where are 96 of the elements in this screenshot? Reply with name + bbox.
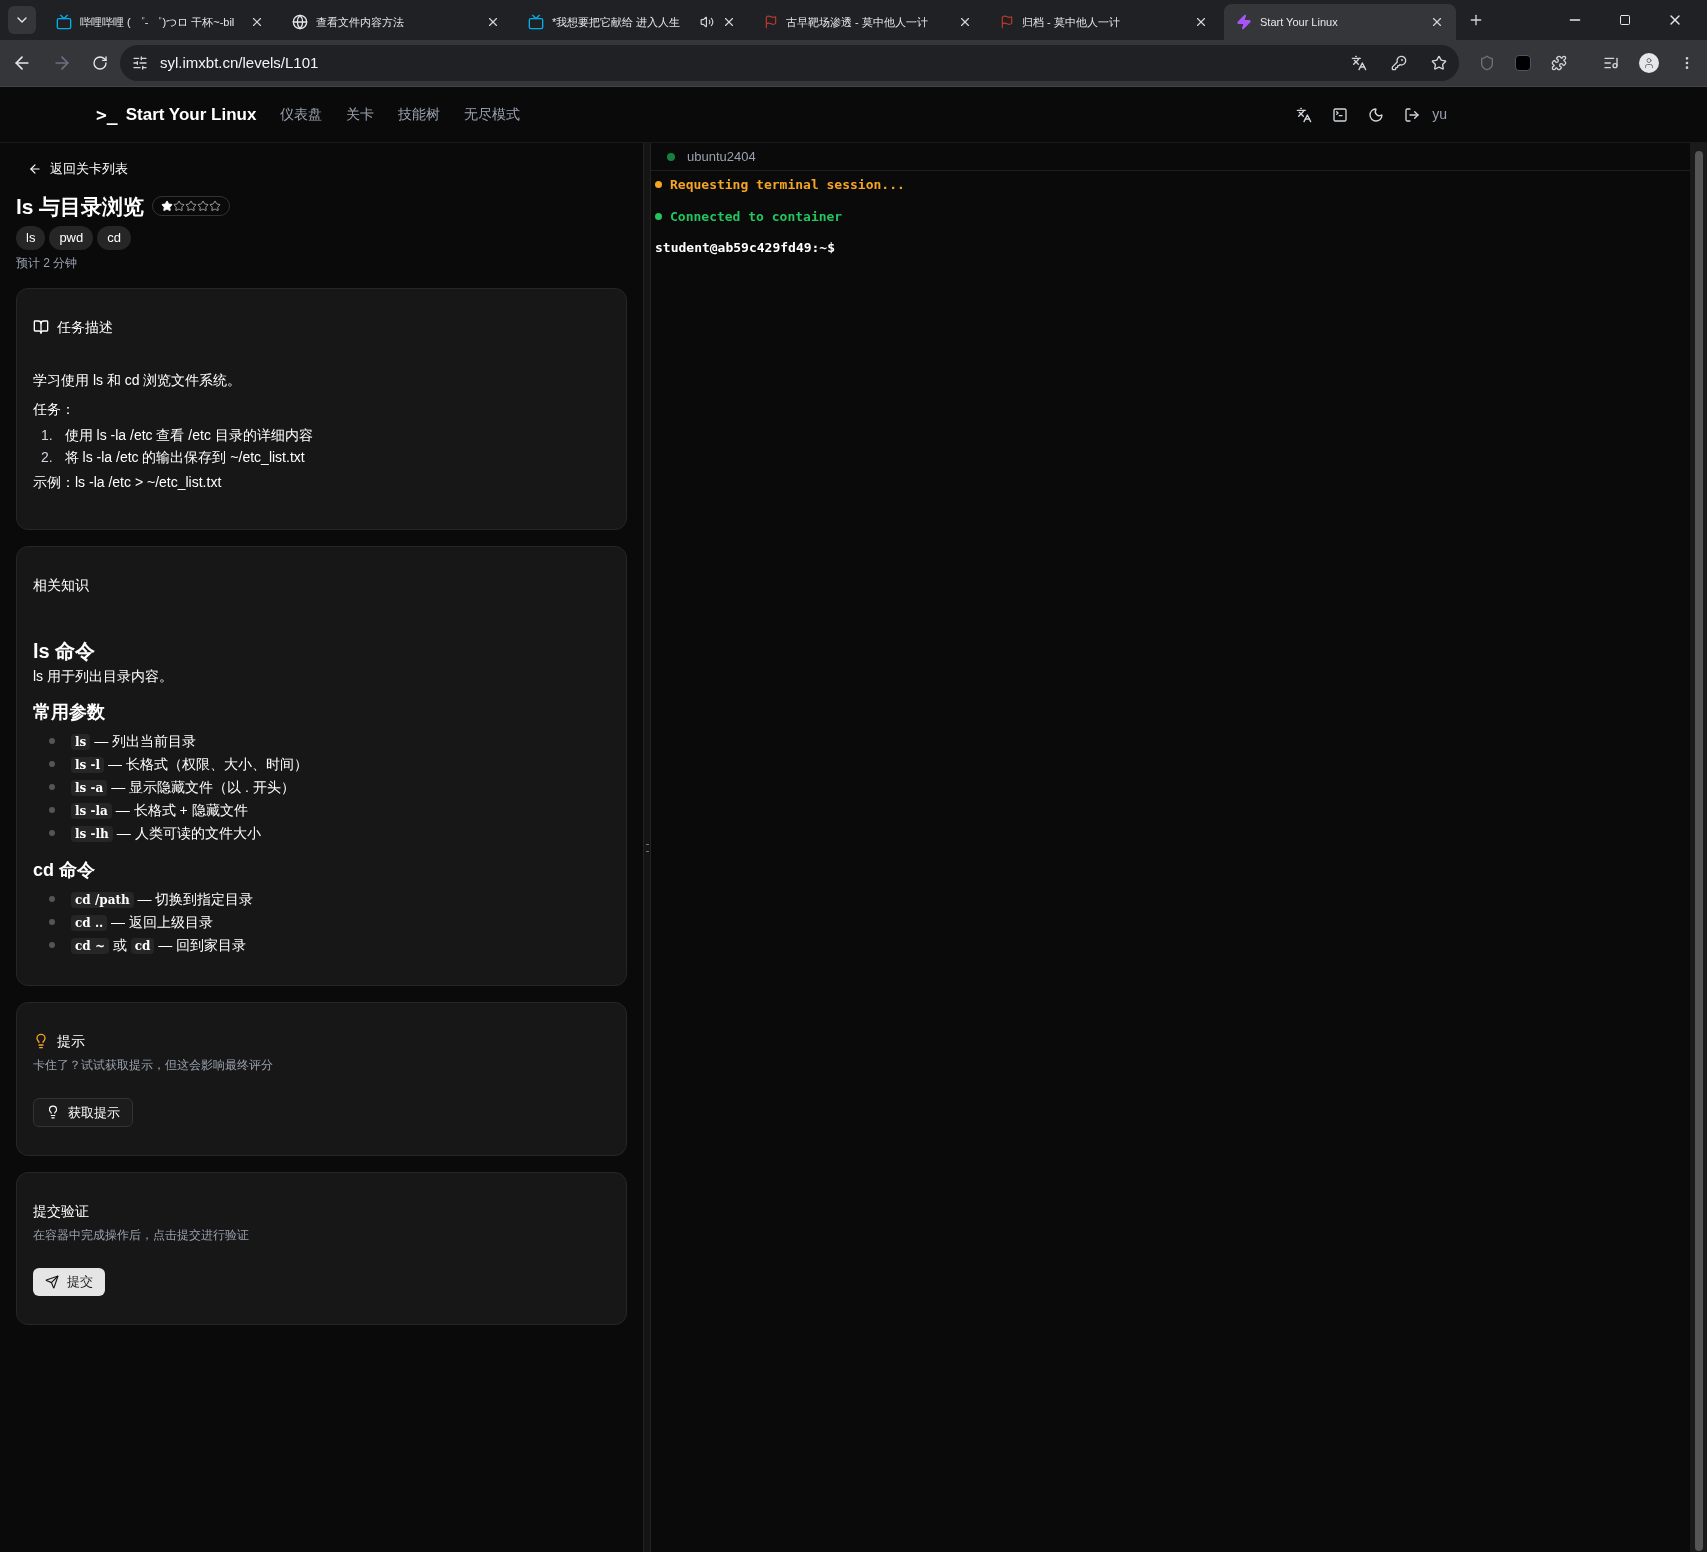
list-item: ls -la — 长格式 + 隐藏文件 xyxy=(71,798,248,822)
list-item: cd .. — 返回上级目录 xyxy=(71,910,213,934)
flag-icon xyxy=(1000,15,1014,29)
browser-tab[interactable]: 哔哩哔哩 ( ゜- ゜)つロ 干杯~-bil xyxy=(44,4,276,40)
list-item: ls -lh — 人类可读的文件大小 xyxy=(71,821,261,845)
media-icon[interactable] xyxy=(1603,55,1619,71)
tag: cd xyxy=(97,226,131,250)
url-text: syl.imxbt.cn/levels/L101 xyxy=(160,52,319,73)
step-number: 2. xyxy=(41,447,53,467)
terminal-icon[interactable] xyxy=(1332,106,1349,123)
moon-icon[interactable] xyxy=(1368,106,1385,123)
nav-link[interactable]: 技能树 xyxy=(398,104,441,125)
close-icon[interactable] xyxy=(958,15,972,29)
site-settings-icon[interactable] xyxy=(132,55,148,71)
task-example: 示例：ls -la /etc > ~/etc_list.txt xyxy=(33,472,223,492)
step-number: 1. xyxy=(41,425,53,445)
step-text: 使用 ls -la /etc 查看 /etc 目录的详细内容 xyxy=(64,425,313,445)
new-tab-icon[interactable] xyxy=(1468,12,1484,28)
tv-icon xyxy=(528,14,544,30)
list-item: cd /path — 切换到指定目录 xyxy=(71,887,254,911)
hint-text: 卡住了？试试获取提示，但这会影响最终评分 xyxy=(33,1056,274,1074)
tab-title: 归档 - 莫中他人一计 xyxy=(1022,14,1120,30)
logout-icon[interactable] xyxy=(1404,106,1421,123)
close-icon[interactable] xyxy=(486,15,500,29)
extension-icon[interactable] xyxy=(1479,55,1495,71)
star-icon xyxy=(197,200,210,213)
list-item: ls — 列出当前目录 xyxy=(71,729,197,753)
nav-link[interactable]: 关卡 xyxy=(346,104,375,125)
step-text: 将 ls -la /etc 的输出保存到 ~/etc_list.txt xyxy=(64,447,305,467)
translate-icon[interactable] xyxy=(1351,55,1367,71)
task-intro: 学习使用 ls 和 cd 浏览文件系统。 xyxy=(33,370,243,390)
browser-tab[interactable]: 归档 - 莫中他人一计 xyxy=(988,4,1220,40)
translate-icon[interactable] xyxy=(1296,106,1313,123)
flag-icon xyxy=(764,15,778,29)
tv-icon xyxy=(56,14,72,30)
tab-search-button[interactable] xyxy=(8,6,36,34)
section-heading: 常用参数 xyxy=(33,700,106,724)
submit-button[interactable]: 提交 xyxy=(33,1268,105,1296)
browser-tab[interactable]: 古早靶场渗透 - 莫中他人一计 xyxy=(752,4,984,40)
key-icon[interactable] xyxy=(1391,55,1407,71)
list-item: ls -l — 长格式（权限、大小、时间） xyxy=(71,752,308,776)
bookmark-star-icon[interactable] xyxy=(1431,55,1447,71)
maximize-icon[interactable] xyxy=(1619,14,1631,26)
lightbulb-icon xyxy=(33,1033,49,1049)
tab-title: 查看文件内容方法 xyxy=(316,14,404,30)
logo-mark: >_ xyxy=(96,103,118,127)
profile-avatar[interactable] xyxy=(1639,53,1659,73)
close-icon[interactable] xyxy=(1194,15,1208,29)
terminal-prompt: student@ab59c429fd49:~$ xyxy=(655,239,835,257)
browser-tab[interactable]: Start Your Linux xyxy=(1224,4,1456,40)
extension-icon[interactable] xyxy=(1515,55,1531,71)
card-title: 提示 xyxy=(57,1031,85,1051)
star-icon xyxy=(161,200,174,213)
section-heading: ls 命令 xyxy=(33,638,97,664)
star-icon xyxy=(173,200,186,213)
browser-tab[interactable]: *我想要把它献给 进入人生 xyxy=(516,4,748,40)
nav-link[interactable]: 仪表盘 xyxy=(280,104,323,125)
send-icon xyxy=(45,1274,59,1289)
lightbulb-icon xyxy=(46,1105,60,1120)
book-icon xyxy=(33,319,49,335)
terminal-line: Connected to container xyxy=(670,207,843,226)
nav-link[interactable]: 无尽模式 xyxy=(464,104,521,125)
list-item: cd ~ 或 cd — 回到家目录 xyxy=(71,933,247,957)
get-hint-button[interactable]: 获取提示 xyxy=(33,1097,133,1127)
tag: pwd xyxy=(49,226,94,250)
tab-title: 哔哩哔哩 ( ゜- ゜)つロ 干杯~-bil xyxy=(80,14,235,30)
globe-icon xyxy=(292,14,308,30)
tag: ls xyxy=(16,226,46,250)
bolt-icon xyxy=(1236,14,1252,30)
level-title: ls 与目录浏览 xyxy=(16,193,145,220)
back-link[interactable]: 返回关卡列表 xyxy=(28,159,627,179)
star-icon xyxy=(209,200,222,213)
star-icon xyxy=(185,200,198,213)
tab-title: 古早靶场渗透 - 莫中他人一计 xyxy=(786,14,928,30)
time-estimate: 预计 2 分钟 xyxy=(16,254,79,272)
resize-handle[interactable] xyxy=(643,143,651,1552)
section-heading: cd 命令 xyxy=(33,858,96,882)
card-title: 提交验证 xyxy=(33,1202,90,1221)
card-title: 相关知识 xyxy=(33,575,90,595)
tab-title: *我想要把它献给 进入人生 xyxy=(552,14,681,30)
brand-name[interactable]: Start Your Linux xyxy=(125,101,257,128)
card-title: 任务描述 xyxy=(57,317,113,337)
terminal-line: Requesting terminal session... xyxy=(670,176,905,194)
tab-title: Start Your Linux xyxy=(1260,14,1338,30)
close-icon[interactable] xyxy=(1430,15,1444,29)
section-text: ls 用于列出目录内容。 xyxy=(33,666,174,686)
browser-tab[interactable]: 查看文件内容方法 xyxy=(280,4,512,40)
task-label: 任务： xyxy=(33,399,76,419)
list-item: ls -a — 显示隐藏文件（以 . 开头） xyxy=(71,775,295,799)
container-name: ubuntu2404 xyxy=(687,147,756,166)
close-icon[interactable] xyxy=(722,15,736,29)
username: yu xyxy=(1432,105,1447,124)
address-bar[interactable]: syl.imxbt.cn/levels/L101 xyxy=(120,45,1459,81)
extensions-icon[interactable] xyxy=(1551,55,1567,71)
reload-icon[interactable] xyxy=(92,55,108,71)
submit-text: 在容器中完成操作后，点击提交进行验证 xyxy=(33,1227,250,1244)
